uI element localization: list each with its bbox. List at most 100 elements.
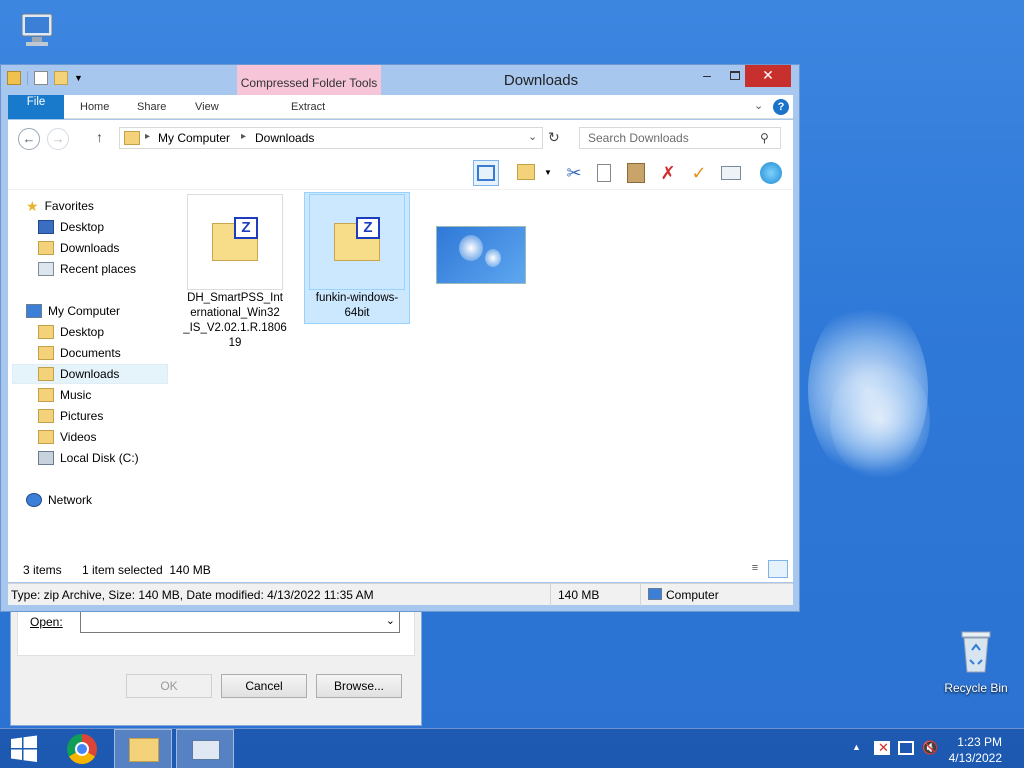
selection-info: 1 item selected 140 MB	[82, 563, 211, 577]
tab-file[interactable]: File	[8, 95, 64, 119]
recent-places-icon	[38, 262, 54, 276]
details-view-icon[interactable]: ≡	[746, 561, 764, 577]
wallpaper-image	[436, 226, 526, 284]
star-icon: ★	[26, 197, 39, 214]
nav-my-computer-header[interactable]: My Computer	[26, 301, 182, 321]
start-button[interactable]	[0, 729, 48, 768]
recycle-bin-label: Recycle Bin	[944, 681, 1008, 695]
properties-card-icon	[721, 166, 741, 180]
up-arrow-icon[interactable]: ↑	[96, 129, 103, 145]
network-status-icon[interactable]	[898, 741, 914, 755]
taskbar-file-explorer[interactable]	[114, 729, 172, 768]
dropdown-arrow-icon[interactable]: ▼	[544, 168, 552, 177]
quick-access-toolbar: ▼	[7, 71, 84, 85]
system-clock[interactable]: 1:23 PM 4/13/2022	[949, 734, 1002, 766]
item-count: 3 items	[23, 563, 62, 577]
file-list: Z DH_SmartPSS_Int ernational_Win32 _IS_V…	[168, 190, 793, 558]
browse-button[interactable]: Browse...	[316, 674, 402, 698]
delete-button[interactable]: ✗	[655, 160, 681, 186]
run-icon	[192, 740, 220, 760]
tab-home[interactable]: Home	[66, 95, 123, 119]
customize-qat-icon[interactable]: ▼	[74, 71, 84, 85]
desktop-icon-my-computer[interactable]	[8, 10, 68, 62]
cut-button[interactable]: ✂	[561, 160, 587, 186]
properties-icon[interactable]	[7, 71, 21, 85]
tab-view[interactable]: View	[181, 95, 233, 119]
navigation-bar: ← → ↑ ▸ My Computer ▸ Downloads ⌄ ↻ Sear…	[8, 120, 793, 156]
file-item-image[interactable]: win8wallpaper	[428, 194, 532, 284]
chevron-down-icon[interactable]: ⌄	[386, 614, 395, 627]
open-combobox[interactable]: ⌄	[80, 611, 400, 633]
copy-button[interactable]	[591, 160, 617, 186]
details-separator	[640, 584, 641, 606]
file-name-line: 64bit	[344, 307, 370, 319]
compressed-folder-tools-tab[interactable]: Compressed Folder Tools	[237, 65, 381, 95]
scissors-icon: ✂	[566, 163, 582, 183]
minimize-button[interactable]: –	[695, 65, 719, 87]
title-bar[interactable]: ▼ Compressed Folder Tools Downloads – ✕	[1, 65, 799, 95]
desktop-icon-recycle-bin[interactable]: Recycle Bin	[942, 628, 1010, 700]
show-hidden-icons-icon[interactable]: ▲	[852, 742, 861, 752]
taskbar-chrome[interactable]	[54, 729, 112, 768]
network-icon	[26, 493, 42, 507]
properties-folder-button[interactable]	[513, 160, 539, 186]
computer-icon	[26, 304, 42, 318]
file-name-line: funkin-windows-	[315, 292, 399, 304]
downloads-folder-icon	[38, 241, 54, 255]
help-icon[interactable]: ?	[773, 99, 789, 115]
file-thumbnail: Z	[309, 194, 405, 290]
documents-folder-icon	[38, 346, 54, 360]
taskbar-run[interactable]	[176, 729, 234, 768]
preview-pane-button[interactable]	[473, 160, 499, 186]
separator	[27, 71, 28, 85]
maximize-button[interactable]	[723, 65, 747, 87]
new-document-icon[interactable]	[34, 71, 48, 85]
preview-pane-icon	[477, 165, 495, 181]
ok-button[interactable]: OK	[126, 674, 212, 698]
chrome-icon	[67, 734, 97, 764]
volume-muted-icon[interactable]: 🔇	[922, 740, 938, 756]
shell-icon	[760, 162, 782, 184]
address-bar[interactable]: ▸ My Computer ▸ Downloads ⌄	[119, 127, 543, 149]
nav-item-label: Documents	[60, 346, 121, 360]
breadcrumb-my-computer[interactable]: My Computer	[158, 131, 230, 145]
nav-item-label: Recent places	[60, 262, 137, 276]
properties-button[interactable]	[718, 160, 744, 186]
tab-share[interactable]: Share	[123, 95, 180, 119]
expand-ribbon-icon[interactable]: ⌄	[754, 99, 763, 112]
search-icon[interactable]: ⚲	[760, 131, 769, 145]
file-explorer-icon	[129, 738, 159, 762]
paste-button[interactable]	[623, 160, 649, 186]
large-icons-view-icon[interactable]	[768, 560, 788, 578]
breadcrumb-downloads[interactable]: Downloads	[255, 131, 314, 145]
nav-favorites-header[interactable]: ★ Favorites	[26, 196, 182, 216]
clock-date: 4/13/2022	[948, 751, 1002, 765]
nav-item-downloads[interactable]: Downloads	[12, 364, 168, 384]
status-bar: 3 items 1 item selected 140 MB ≡	[8, 558, 793, 582]
forward-button[interactable]: →	[47, 128, 69, 150]
search-input[interactable]: Search Downloads	[579, 127, 781, 149]
delete-x-icon: ✗	[660, 163, 676, 183]
checkmark-icon: ✓	[691, 163, 707, 183]
nav-network[interactable]: Network	[26, 490, 182, 510]
address-dropdown-icon[interactable]: ⌄	[528, 130, 537, 143]
tab-extract[interactable]: Extract	[277, 95, 339, 119]
music-folder-icon	[38, 388, 54, 402]
nav-item-label: Desktop	[60, 220, 105, 234]
videos-folder-icon	[38, 430, 54, 444]
action-center-icon[interactable]: ✕	[874, 740, 890, 755]
cancel-button[interactable]: Cancel	[221, 674, 307, 698]
close-button[interactable]: ✕	[745, 65, 791, 87]
breadcrumb-separator-icon: ▸	[145, 131, 151, 142]
back-arrow-icon: ←	[22, 131, 36, 146]
details-bar: Type: zip Archive, Size: 140 MB, Date mo…	[8, 583, 793, 606]
shell-button[interactable]	[758, 160, 784, 186]
close-icon: ✕	[762, 67, 774, 83]
hard-drive-icon	[38, 451, 54, 465]
file-item-zip[interactable]: Z DH_SmartPSS_Int ernational_Win32 _IS_V…	[183, 194, 287, 351]
file-item-zip-selected[interactable]: Z funkin-windows- 64bit	[304, 192, 410, 324]
new-folder-icon[interactable]	[54, 71, 68, 85]
refresh-icon[interactable]: ↻	[548, 129, 560, 146]
rename-button[interactable]: ✓	[686, 160, 712, 186]
back-button[interactable]: ←	[18, 128, 40, 150]
